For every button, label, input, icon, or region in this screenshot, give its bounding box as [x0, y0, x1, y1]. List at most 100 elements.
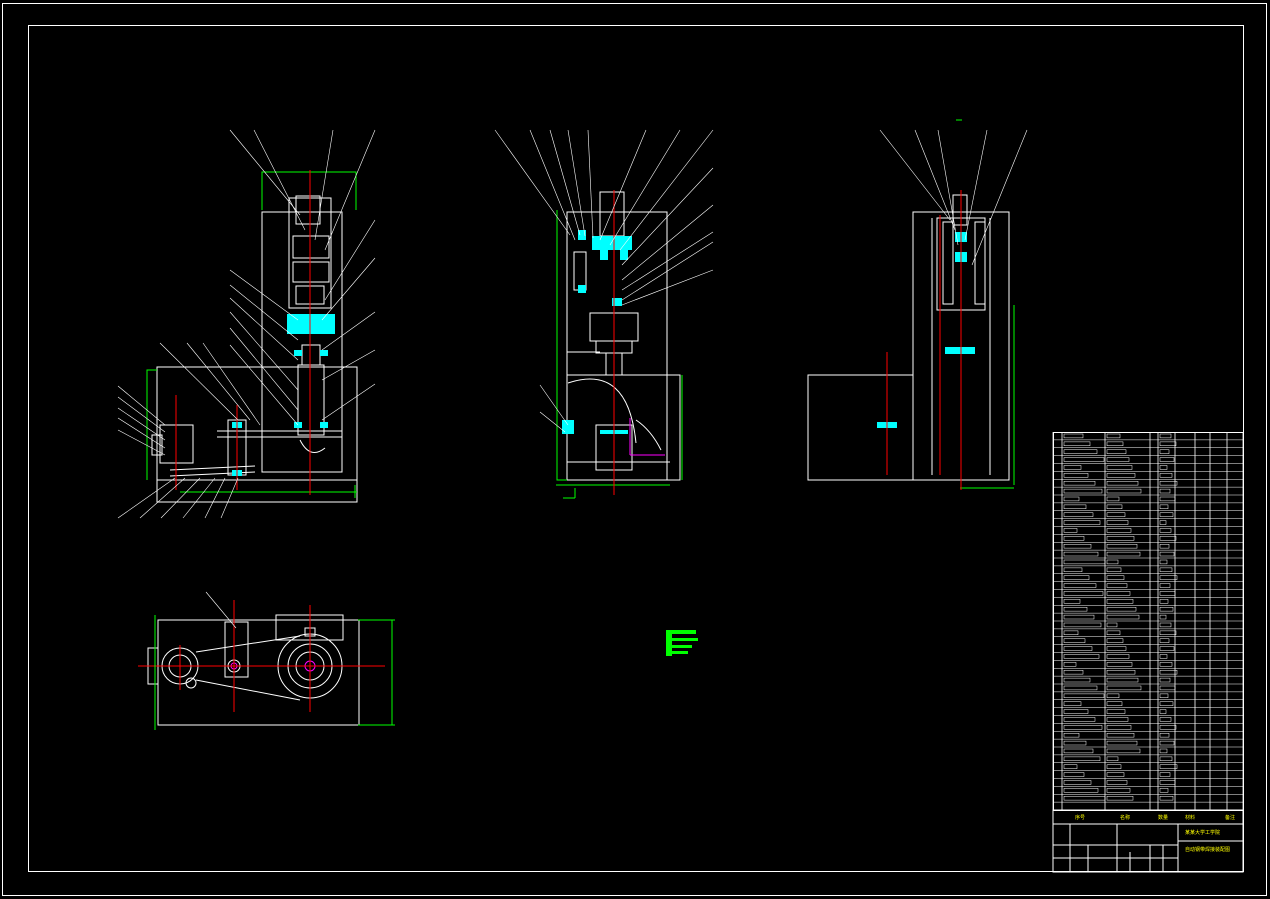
- parts-list-entry: [1159, 504, 1169, 509]
- parts-list-entry: [1106, 646, 1127, 651]
- parts-list-entry: [1106, 717, 1129, 722]
- parts-list-entry: [1063, 433, 1084, 439]
- parts-list-entry: [1159, 614, 1167, 620]
- parts-list-entry: [1063, 638, 1086, 643]
- parts-list-entry: [1159, 481, 1178, 486]
- parts-list-entry: [1063, 622, 1102, 628]
- parts-list-entry: [1159, 583, 1171, 588]
- parts-list-entry: [1106, 733, 1135, 738]
- parts-list-entry: [1159, 796, 1174, 801]
- parts-list-entry: [1063, 725, 1103, 730]
- parts-list-entry: [1063, 512, 1094, 517]
- parts-list: [1052, 432, 1244, 811]
- parts-list-entry: [1159, 685, 1176, 691]
- parts-list-entry: [1159, 788, 1169, 793]
- parts-list-header-label: 材料: [1185, 814, 1195, 821]
- front-view: [117, 129, 376, 519]
- parts-list-entry: [1106, 622, 1118, 628]
- parts-list-entry: [1159, 725, 1177, 730]
- parts-list-entry: [1106, 796, 1134, 801]
- parts-list-entry: [1159, 756, 1173, 761]
- parts-list-entry: [1106, 630, 1121, 635]
- parts-list-entry: [1159, 654, 1168, 659]
- parts-list-header-label: 序号: [1075, 814, 1085, 821]
- top-view: [138, 591, 395, 730]
- parts-list-entry: [1106, 551, 1141, 557]
- title-block: 某某大学工学院 自动钢带焊接装配图 序号 名称 数量 材料 备注: [1052, 809, 1244, 873]
- parts-list-entry: [1063, 693, 1105, 698]
- parts-list-entry: [1063, 646, 1093, 651]
- parts-list-entry: [1063, 488, 1103, 494]
- parts-list-entry: [1106, 583, 1128, 588]
- parts-list-entry: [1106, 780, 1128, 785]
- parts-list-entry: [1063, 457, 1105, 462]
- parts-list-entry: [1063, 567, 1083, 572]
- parts-list-entry: [1106, 772, 1125, 777]
- parts-list-entry: [1106, 536, 1135, 541]
- parts-list-entry: [1159, 457, 1175, 462]
- parts-list-entry: [1159, 630, 1177, 635]
- parts-list-entry: [1159, 536, 1177, 541]
- parts-list-entry: [1159, 465, 1168, 470]
- parts-list-entry: [1063, 654, 1100, 659]
- parts-list-entry: [1106, 670, 1136, 675]
- parts-list-entry: [1063, 583, 1097, 588]
- parts-list-entry: [1159, 512, 1174, 517]
- parts-list-entry: [1106, 591, 1131, 596]
- parts-list-entry: [1106, 764, 1122, 769]
- parts-list-entry: [1106, 748, 1141, 754]
- parts-list-entry: [1159, 551, 1175, 557]
- parts-list-entry: [1063, 599, 1081, 604]
- parts-list-entry: [1106, 756, 1119, 761]
- parts-list-entry: [1106, 512, 1126, 517]
- parts-list-entry: [1159, 748, 1168, 754]
- parts-list-entry: [1159, 520, 1167, 525]
- parts-list-entry: [1063, 756, 1101, 761]
- parts-list-entry: [1063, 465, 1082, 470]
- parts-list-entry: [1159, 693, 1169, 698]
- parts-list-entry: [1106, 607, 1137, 612]
- parts-list-entry: [1063, 536, 1085, 541]
- parts-list-entry: [1159, 599, 1169, 604]
- parts-list-entry: [1063, 717, 1096, 722]
- parts-list-entry: [1159, 441, 1177, 446]
- parts-list-entry: [1106, 662, 1133, 667]
- parts-list-entry: [1106, 788, 1131, 793]
- parts-list-entry: [1159, 559, 1168, 565]
- parts-list-entry: [1159, 670, 1178, 675]
- parts-list-entry: [1106, 599, 1134, 604]
- parts-list-entry: [1159, 677, 1171, 683]
- parts-list-entry: [1063, 748, 1094, 754]
- parts-list-entry: [1063, 670, 1084, 675]
- parts-list-entry: [1063, 701, 1082, 706]
- parts-list-entry: [1063, 614, 1095, 620]
- parts-list-entry: [1159, 433, 1172, 439]
- parts-list-entry: [1106, 677, 1139, 683]
- parts-list-entry: [1063, 575, 1090, 580]
- parts-list-entry: [1159, 638, 1170, 643]
- parts-list-header-label: 名称: [1120, 814, 1130, 821]
- parts-list-entry: [1106, 740, 1138, 746]
- parts-list-entry: [1063, 780, 1092, 785]
- parts-list-entry: [1063, 740, 1087, 746]
- parts-list-entry: [1063, 473, 1089, 478]
- parts-list-entry: [1159, 662, 1173, 667]
- parts-list-entry: [1106, 433, 1121, 439]
- parts-list-entry: [1159, 709, 1167, 714]
- parts-list-entry: [1106, 567, 1122, 572]
- parts-list-entry: [1106, 638, 1124, 643]
- parts-list-entry: [1106, 449, 1127, 454]
- side-view: [494, 129, 714, 499]
- parts-list-entry: [1159, 496, 1176, 502]
- parts-list-entry: [1159, 701, 1174, 706]
- parts-list-entry: [1063, 496, 1080, 502]
- parts-list-entry: [1063, 551, 1099, 557]
- parts-list-entry: [1063, 630, 1079, 635]
- parts-list-entry: [1159, 449, 1170, 454]
- parts-list-entry: [1159, 528, 1172, 533]
- parts-list-entry: [1159, 622, 1172, 628]
- parts-list-entry: [1106, 654, 1130, 659]
- parts-list-entry: [1063, 504, 1087, 509]
- parts-list-entry: [1159, 717, 1172, 722]
- cad-drawing-canvas: 某某大学工学院 自动钢带焊接装配图 序号 名称 数量 材料 备注: [2, 3, 1267, 896]
